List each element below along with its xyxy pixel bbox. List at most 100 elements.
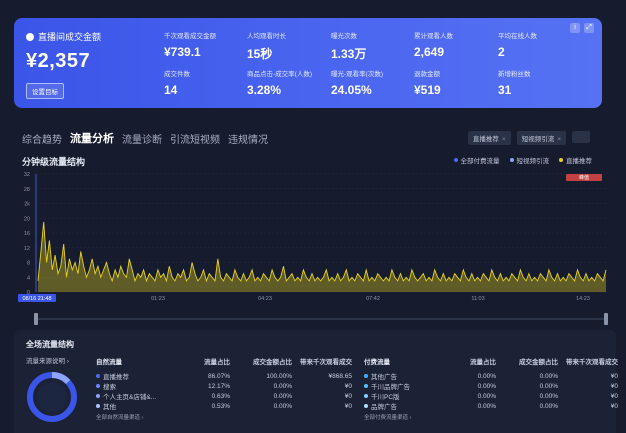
legend-item[interactable]: 全部付费流量 xyxy=(453,155,500,165)
legend-dot-icon xyxy=(559,158,563,162)
remove-filter-icon[interactable]: × xyxy=(502,136,506,143)
channel-dot-icon xyxy=(96,404,100,408)
metric-item: 新增粉丝数 31 xyxy=(498,68,531,97)
metric-value: 14 xyxy=(164,83,178,97)
legend-label: 全部付费流量 xyxy=(460,158,500,165)
view-all-channels-link[interactable]: 全部付费流量渠道 › xyxy=(364,413,618,421)
y-tick-label: 2k xyxy=(24,202,30,208)
traffic-structure-panel: 全场流量结构 流量来源说明 › 自然流量 流量占比 成交金额占比 带来千次观看成交 直播… xyxy=(14,330,618,433)
metric-label: 曝光-观看率(次数) xyxy=(331,71,383,78)
metric-item: 曝光次数 1.33万 xyxy=(331,30,366,62)
metric-label: 累计观看人数 xyxy=(414,33,453,40)
table-cell: 0.00% xyxy=(477,392,496,400)
info-icon[interactable]: i xyxy=(570,23,580,33)
slider-handle-left[interactable] xyxy=(34,313,38,325)
legend-item[interactable]: 短视频引流 xyxy=(509,155,549,165)
legend-item[interactable]: 直播推荐 xyxy=(559,155,592,165)
table-cell: 0.63% xyxy=(211,392,230,400)
table-row[interactable]: 搜索 12.17% 0.00% ¥0 xyxy=(96,381,352,391)
channel-name: 直播推荐 xyxy=(96,371,178,381)
chart-filters: 直播推荐 × 短视频引流 × xyxy=(467,131,590,145)
table-header-cell: 流量占比 xyxy=(204,359,230,366)
set-target-button[interactable]: 设置目标 xyxy=(26,83,64,99)
tab-item[interactable]: 引流短视频 xyxy=(170,131,220,146)
table-row[interactable]: 直播推荐 86.07% 100.00% ¥868.65 xyxy=(96,371,352,381)
view-all-channels-link[interactable]: 全部自然流量渠道 › xyxy=(96,413,352,421)
table-cell: ¥0 xyxy=(344,382,352,390)
table-row[interactable]: 千川PC版 0.00% 0.00% ¥0 xyxy=(364,391,618,401)
metric-value: ¥739.1 xyxy=(164,45,201,59)
natural-traffic-table: 自然流量 流量占比 成交金额占比 带来千次观看成交 直播推荐 86.07% 100.00% ¥… xyxy=(96,356,352,421)
gmv-label: 直播间成交金额 xyxy=(26,30,101,43)
traffic-source-help-link[interactable]: 流量来源说明 › xyxy=(26,355,69,365)
paid-traffic-table: 付费流量 流量占比 成交金额占比 带来千次观看成交 其他广告 0.00% 0.00% ¥0 千川… xyxy=(364,356,618,421)
slider-handle-right[interactable] xyxy=(604,313,608,325)
peak-marker-label: 峰值 xyxy=(579,174,589,181)
y-tick-label: 12 xyxy=(24,246,30,252)
filter-dropdown-button[interactable] xyxy=(572,131,590,143)
start-time-label: 08/16 21:48 xyxy=(22,296,51,302)
filter-chip-live-recommend[interactable]: 直播推荐 × xyxy=(467,131,511,145)
table-cell: 0.00% xyxy=(477,372,496,380)
tab-item[interactable]: 流量诊断 xyxy=(122,131,162,146)
y-tick-label: 16 xyxy=(24,231,30,237)
channel-name: 千川PC版 xyxy=(364,391,444,401)
chart-range-slider[interactable] xyxy=(34,313,608,325)
channel-dot-icon xyxy=(96,384,100,388)
metric-value: 31 xyxy=(498,83,512,97)
channel-label: 千川品牌广告 xyxy=(371,384,410,391)
y-tick-label: 20 xyxy=(24,216,30,222)
table-row[interactable]: 千川品牌广告 0.00% 0.00% ¥0 xyxy=(364,381,618,391)
table-cell: 0.53% xyxy=(211,402,230,410)
metric-item: 退款金额 ¥519 xyxy=(414,68,441,97)
expand-icon[interactable]: ⤢ xyxy=(584,23,594,33)
channel-dot-icon xyxy=(364,374,368,378)
metric-label: 成交件数 xyxy=(164,71,190,78)
channel-dot-icon xyxy=(364,384,368,388)
table-cell: ¥0 xyxy=(610,392,618,400)
chart-title: 分钟级流量结构 xyxy=(22,157,86,167)
x-tick-label: 14:23 xyxy=(576,296,590,302)
metric-item: 曝光-观看率(次数) 24.05% xyxy=(331,68,383,97)
metric-item: 商品点击-成交率(人数) 3.28% xyxy=(247,68,312,97)
table-cell: ¥0 xyxy=(344,392,352,400)
tab-item[interactable]: 流量分析 xyxy=(70,130,114,146)
table-cell: 100.00% xyxy=(266,372,292,380)
metric-label: 平均在线人数 xyxy=(498,33,537,40)
channel-name: 其他广告 xyxy=(364,371,444,381)
remove-filter-icon[interactable]: × xyxy=(557,136,561,143)
channel-name: 千川品牌广告 xyxy=(364,381,444,391)
gmv-dot-icon xyxy=(26,32,34,41)
table-cell: ¥0 xyxy=(344,402,352,410)
table-cell: 86.07% xyxy=(207,372,230,380)
table-cell: 0.00% xyxy=(477,402,496,410)
table-row[interactable]: 个人主页&店铺&... 0.63% 0.00% ¥0 xyxy=(96,391,352,401)
y-tick-label: 28 xyxy=(24,187,30,193)
series-line xyxy=(37,221,607,283)
x-tick-label: 07:42 xyxy=(366,296,380,302)
metric-value: 2 xyxy=(498,45,505,59)
overview-card: i ⤢ 直播间成交金额 ¥2,357 设置目标 千次观看成交金额 ¥739.1 人均… xyxy=(14,18,602,108)
channel-name: 搜索 xyxy=(96,381,178,391)
table-row[interactable]: 其他广告 0.00% 0.00% ¥0 xyxy=(364,371,618,381)
table-cell: ¥0 xyxy=(610,402,618,410)
table-cell: 0.00% xyxy=(477,382,496,390)
channel-dot-icon xyxy=(96,374,100,378)
table-row[interactable]: 品牌广告 0.00% 0.00% ¥0 xyxy=(364,401,618,411)
table-header-cell: 成交金额占比 xyxy=(519,359,558,366)
table-row[interactable]: 其他 0.53% 0.00% ¥0 xyxy=(96,401,352,411)
section-title: 全场流量结构 xyxy=(26,340,74,349)
metric-value: 24.05% xyxy=(331,83,372,97)
channel-dot-icon xyxy=(364,394,368,398)
table-header-cell: 付费流量 xyxy=(364,359,390,366)
tab-item[interactable]: 违规情况 xyxy=(228,131,268,146)
table-cell: 0.00% xyxy=(539,372,558,380)
tab-item[interactable]: 综合趋势 xyxy=(22,131,62,146)
table-header-cell: 带来千次观看成交 xyxy=(300,359,352,366)
channel-dot-icon xyxy=(96,394,100,398)
filter-chip-short-video[interactable]: 短视频引流 × xyxy=(516,131,566,145)
metric-label: 商品点击-成交率(人数) xyxy=(247,71,312,78)
metric-item: 成交件数 14 xyxy=(164,68,190,97)
metric-label: 千次观看成交金额 xyxy=(164,33,216,40)
y-tick-label: 32 xyxy=(24,172,30,178)
